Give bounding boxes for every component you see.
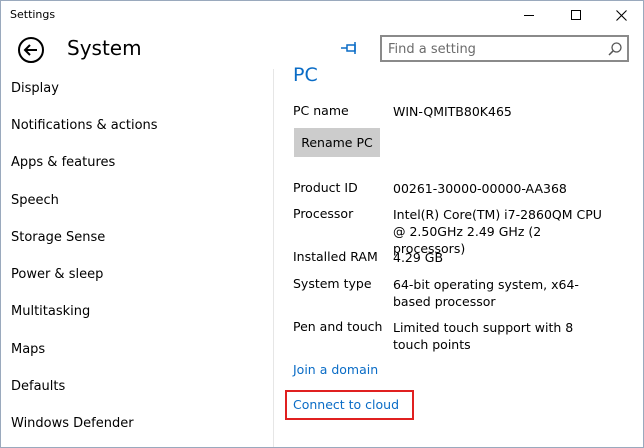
pin-button[interactable] bbox=[335, 35, 365, 61]
sidebar-item-maps[interactable]: Maps bbox=[11, 342, 45, 357]
pc-name-value: WIN-QMITB80K465 bbox=[393, 104, 512, 119]
join-domain-link[interactable]: Join a domain bbox=[293, 362, 378, 377]
system-type-value: 64-bit operating system, x64-based proce… bbox=[393, 277, 579, 309]
sidebar-item-apps[interactable]: Apps & features bbox=[11, 155, 115, 170]
pc-name-label: PC name bbox=[293, 103, 349, 118]
pin-icon bbox=[341, 42, 356, 54]
minimize-button[interactable] bbox=[506, 1, 552, 29]
sidebar-item-speech[interactable]: Speech bbox=[11, 193, 59, 208]
page-title: System bbox=[67, 36, 142, 60]
back-arrow-icon bbox=[18, 37, 44, 63]
settings-window: Settings System Find a setting Display N… bbox=[0, 0, 644, 448]
maximize-icon bbox=[571, 10, 581, 20]
sidebar-item-defaults[interactable]: Defaults bbox=[11, 379, 65, 394]
sidebar-item-multitasking[interactable]: Multitasking bbox=[11, 304, 90, 319]
search-input[interactable] bbox=[388, 40, 598, 58]
pen-touch-label: Pen and touch bbox=[293, 319, 383, 334]
sidebar-nav: Display Notifications & actions Apps & f… bbox=[1, 69, 273, 447]
installed-ram-value: 4.29 GB bbox=[393, 250, 444, 265]
back-button[interactable] bbox=[15, 34, 47, 66]
sidebar-item-storage[interactable]: Storage Sense bbox=[11, 230, 105, 245]
search-icon[interactable] bbox=[607, 41, 623, 57]
main-content: PC PC name WIN-QMITB80K465 Rename PC Pro… bbox=[274, 63, 643, 447]
system-type-label: System type bbox=[293, 276, 372, 291]
window-title: Settings bbox=[10, 8, 56, 21]
sidebar-item-display[interactable]: Display bbox=[11, 81, 59, 96]
connect-to-cloud-link[interactable]: Connect to cloud bbox=[293, 397, 399, 412]
sidebar-item-defender[interactable]: Windows Defender bbox=[11, 416, 134, 431]
pen-touch-value: Limited touch support with 8 touch point… bbox=[393, 320, 574, 352]
rename-pc-button[interactable]: Rename PC bbox=[294, 128, 380, 157]
section-title-pc: PC bbox=[293, 64, 318, 82]
minimize-icon bbox=[524, 14, 534, 16]
maximize-button[interactable] bbox=[553, 1, 599, 29]
product-id-label: Product ID bbox=[293, 180, 358, 195]
product-id-value: 00261-30000-00000-AA368 bbox=[393, 181, 567, 196]
close-button[interactable] bbox=[598, 1, 643, 29]
search-box[interactable] bbox=[380, 35, 629, 62]
close-icon bbox=[615, 9, 627, 21]
installed-ram-label: Installed RAM bbox=[293, 249, 378, 264]
title-bar: Settings bbox=[1, 1, 643, 29]
processor-label: Processor bbox=[293, 206, 354, 221]
sidebar-item-power[interactable]: Power & sleep bbox=[11, 267, 103, 282]
sidebar-item-notifications[interactable]: Notifications & actions bbox=[11, 118, 158, 133]
